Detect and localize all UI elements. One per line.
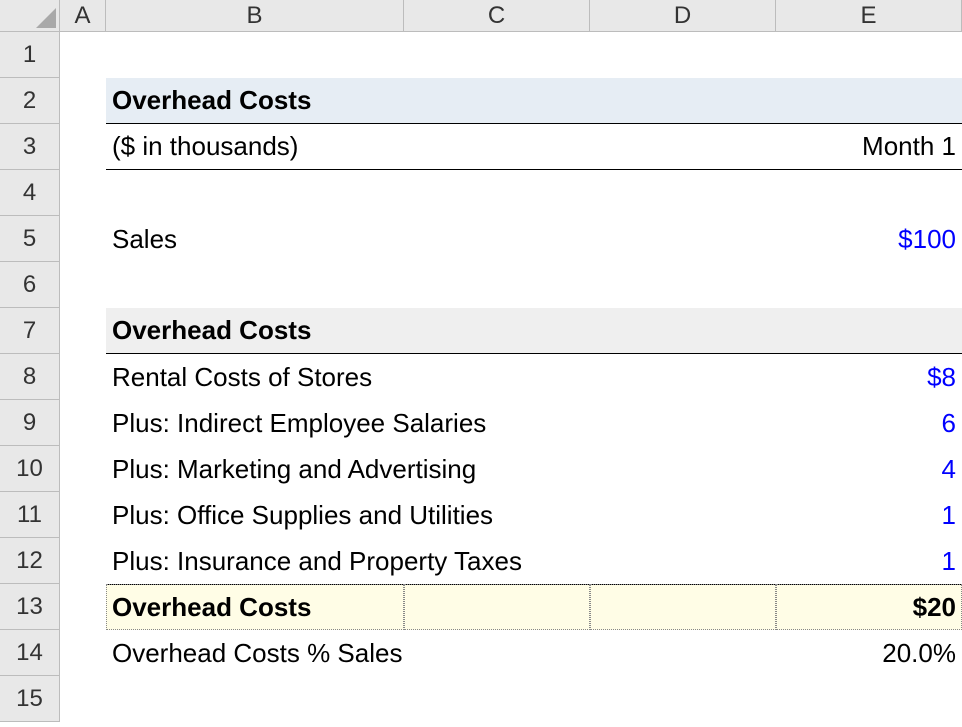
cell-e6[interactable] <box>776 262 962 308</box>
col-header-e[interactable]: E <box>776 0 962 32</box>
cell-b15[interactable] <box>106 676 404 722</box>
row-header-5[interactable]: 5 <box>0 216 60 262</box>
row-header-3[interactable]: 3 <box>0 124 60 170</box>
cell-c4[interactable] <box>404 170 590 216</box>
cell-d10[interactable] <box>590 446 776 492</box>
cell-d11[interactable] <box>590 492 776 538</box>
cell-d3[interactable] <box>590 124 776 170</box>
cell-c6[interactable] <box>404 262 590 308</box>
select-all-corner[interactable] <box>0 0 60 32</box>
cell-c3[interactable] <box>404 124 590 170</box>
cell-b2-title[interactable]: Overhead Costs <box>106 78 404 124</box>
cell-e14-pct-value[interactable]: 20.0% <box>776 630 962 676</box>
row-header-13[interactable]: 13 <box>0 584 60 630</box>
cell-b13-total-label[interactable]: Overhead Costs <box>106 584 404 630</box>
cell-d13[interactable] <box>590 584 776 630</box>
cell-a4[interactable] <box>60 170 106 216</box>
row-header-2[interactable]: 2 <box>0 78 60 124</box>
col-header-a[interactable]: A <box>60 0 106 32</box>
cell-e13-total-value[interactable]: $20 <box>776 584 962 630</box>
cell-c8[interactable] <box>404 354 590 400</box>
cell-c1[interactable] <box>404 32 590 78</box>
cell-a8[interactable] <box>60 354 106 400</box>
cell-c7[interactable] <box>404 308 590 354</box>
cell-a9[interactable] <box>60 400 106 446</box>
row-header-12[interactable]: 12 <box>0 538 60 584</box>
cell-e3-period[interactable]: Month 1 <box>776 124 962 170</box>
row-header-6[interactable]: 6 <box>0 262 60 308</box>
cell-a2[interactable] <box>60 78 106 124</box>
cell-e7[interactable] <box>776 308 962 354</box>
cell-b4[interactable] <box>106 170 404 216</box>
row-header-9[interactable]: 9 <box>0 400 60 446</box>
cell-d5[interactable] <box>590 216 776 262</box>
row-header-1[interactable]: 1 <box>0 32 60 78</box>
cell-d1[interactable] <box>590 32 776 78</box>
cell-e15[interactable] <box>776 676 962 722</box>
row-header-11[interactable]: 11 <box>0 492 60 538</box>
cell-b3-units[interactable]: ($ in thousands) <box>106 124 404 170</box>
row-header-14[interactable]: 14 <box>0 630 60 676</box>
row-header-10[interactable]: 10 <box>0 446 60 492</box>
cell-d2[interactable] <box>590 78 776 124</box>
cell-e9-item-value[interactable]: 6 <box>776 400 962 446</box>
cell-e4[interactable] <box>776 170 962 216</box>
cell-a7[interactable] <box>60 308 106 354</box>
cell-e5-sales-value[interactable]: $100 <box>776 216 962 262</box>
cell-a6[interactable] <box>60 262 106 308</box>
col-header-d[interactable]: D <box>590 0 776 32</box>
cell-c5[interactable] <box>404 216 590 262</box>
cell-b12-item-label[interactable]: Plus: Insurance and Property Taxes <box>106 538 404 584</box>
cell-a15[interactable] <box>60 676 106 722</box>
cell-a12[interactable] <box>60 538 106 584</box>
cell-b8-item-label[interactable]: Rental Costs of Stores <box>106 354 404 400</box>
row-header-7[interactable]: 7 <box>0 308 60 354</box>
cell-b10-item-label[interactable]: Plus: Marketing and Advertising <box>106 446 404 492</box>
cell-d14[interactable] <box>590 630 776 676</box>
cell-b11-item-label[interactable]: Plus: Office Supplies and Utilities <box>106 492 404 538</box>
col-header-c[interactable]: C <box>404 0 590 32</box>
cell-e12-item-value[interactable]: 1 <box>776 538 962 584</box>
col-header-b[interactable]: B <box>106 0 404 32</box>
cell-e2[interactable] <box>776 78 962 124</box>
cell-a13[interactable] <box>60 584 106 630</box>
cell-d12[interactable] <box>590 538 776 584</box>
cell-a14[interactable] <box>60 630 106 676</box>
cell-d4[interactable] <box>590 170 776 216</box>
row-header-4[interactable]: 4 <box>0 170 60 216</box>
cell-e1[interactable] <box>776 32 962 78</box>
cell-c15[interactable] <box>404 676 590 722</box>
cell-a10[interactable] <box>60 446 106 492</box>
cell-a11[interactable] <box>60 492 106 538</box>
cell-b9-item-label[interactable]: Plus: Indirect Employee Salaries <box>106 400 404 446</box>
cell-c2[interactable] <box>404 78 590 124</box>
cell-a3[interactable] <box>60 124 106 170</box>
cell-a5[interactable] <box>60 216 106 262</box>
cell-e10-item-value[interactable]: 4 <box>776 446 962 492</box>
cell-b1[interactable] <box>106 32 404 78</box>
spreadsheet-grid: A B C D E 1 2 Overhead Costs 3 ($ in tho… <box>0 0 962 722</box>
cell-d15[interactable] <box>590 676 776 722</box>
cell-a1[interactable] <box>60 32 106 78</box>
cell-e8-item-value[interactable]: $8 <box>776 354 962 400</box>
cell-c13[interactable] <box>404 584 590 630</box>
cell-e11-item-value[interactable]: 1 <box>776 492 962 538</box>
row-header-15[interactable]: 15 <box>0 676 60 722</box>
cell-b7-section[interactable]: Overhead Costs <box>106 308 404 354</box>
cell-c14[interactable] <box>404 630 590 676</box>
cell-d6[interactable] <box>590 262 776 308</box>
cell-b14-pct-label[interactable]: Overhead Costs % Sales <box>106 630 404 676</box>
cell-d7[interactable] <box>590 308 776 354</box>
cell-b6[interactable] <box>106 262 404 308</box>
cell-d9[interactable] <box>590 400 776 446</box>
row-header-8[interactable]: 8 <box>0 354 60 400</box>
cell-d8[interactable] <box>590 354 776 400</box>
cell-b5-sales-label[interactable]: Sales <box>106 216 404 262</box>
